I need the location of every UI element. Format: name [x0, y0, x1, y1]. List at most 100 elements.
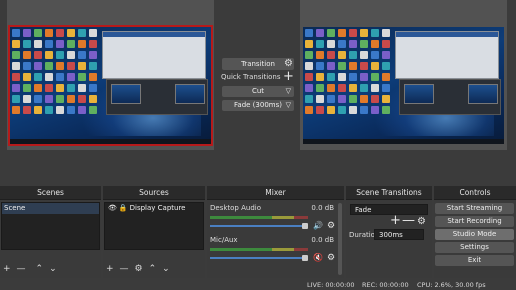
desktop-icon [34, 62, 42, 70]
desktop-icon [34, 106, 42, 114]
desktop-icon [360, 40, 368, 48]
desktop-icon [67, 73, 75, 81]
quick-transition-cut[interactable]: Cut ▽ [222, 86, 294, 97]
gear-icon[interactable]: ⚙ [417, 217, 426, 227]
desktop-icon [349, 95, 357, 103]
move-up-icon[interactable]: ⌃ [149, 264, 157, 274]
desktop-icon [305, 95, 313, 103]
studio-mode-button[interactable]: Studio Mode [435, 229, 514, 240]
desktop-icon [360, 106, 368, 114]
quick-transitions-label: Quick Transitions [221, 73, 281, 81]
add-icon[interactable]: + [3, 264, 11, 274]
start-recording-button[interactable]: Start Recording [435, 216, 514, 227]
desktop-icon [382, 51, 390, 59]
gear-icon[interactable]: ⚙ [327, 221, 335, 231]
desktop-icon [56, 51, 64, 59]
add-transition-icon[interactable]: + [390, 214, 401, 227]
move-up-icon[interactable]: ⌃ [36, 264, 44, 274]
desktop-icon [67, 40, 75, 48]
lock-icon[interactable]: 🔒 [119, 203, 128, 214]
quick-transition-fade[interactable]: Fade (300ms) ▽ [222, 100, 294, 111]
move-down-icon[interactable]: ⌄ [162, 264, 170, 274]
desktop-icon [327, 73, 335, 81]
desktop-icon [327, 29, 335, 37]
gear-icon[interactable]: ⚙ [135, 264, 143, 274]
add-icon[interactable]: + [106, 264, 114, 274]
source-item[interactable]: 👁 🔒 Display Capture [105, 203, 203, 214]
mixer-channel-desktop-audio: Desktop Audio 0.0 dB 🔊 ⚙ [210, 204, 336, 231]
scenes-dock: Scenes Scene + — ⌃ ⌄ [0, 186, 101, 278]
desktop-icon [23, 95, 31, 103]
speaker-icon[interactable]: 🔊 [313, 221, 323, 230]
desktop-icon [56, 62, 64, 70]
muted-speaker-icon[interactable]: 🔇 [313, 253, 323, 262]
desktop-icon [327, 106, 335, 114]
desktop-icon [382, 106, 390, 114]
desktop-icon [382, 84, 390, 92]
desktop-icon [12, 51, 20, 59]
desktop-icon [327, 40, 335, 48]
duration-input[interactable]: 300ms [374, 229, 424, 240]
desktop-icon [316, 29, 324, 37]
remove-icon[interactable]: — [120, 264, 129, 274]
desktop-icon [45, 62, 53, 70]
start-streaming-button[interactable]: Start Streaming [435, 203, 514, 214]
scenes-list[interactable]: Scene [1, 202, 100, 250]
transition-gear-icon[interactable]: ⚙ [284, 59, 293, 69]
desktop-icon [23, 51, 31, 59]
scene-transitions-title: Scene Transitions [346, 186, 432, 200]
desktop-icon [78, 106, 86, 114]
volume-slider[interactable]: 🔊 ⚙ [210, 221, 336, 231]
preview-panel [7, 0, 214, 150]
remove-transition-icon[interactable]: — [402, 214, 415, 227]
move-down-icon[interactable]: ⌄ [49, 264, 57, 274]
desktop-icon [34, 29, 42, 37]
add-quick-transition-icon[interactable]: + [283, 70, 294, 83]
desktop-icon [34, 73, 42, 81]
desktop-window [395, 31, 499, 79]
scene-item[interactable]: Scene [2, 203, 99, 214]
quick-transition-label: Fade (300ms) [234, 101, 282, 109]
desktop-icon [12, 95, 20, 103]
desktop-icon [360, 51, 368, 59]
settings-button[interactable]: Settings [435, 242, 514, 253]
desktop-icon [360, 73, 368, 81]
channel-level: 0.0 dB [311, 204, 334, 212]
desktop-icon [371, 51, 379, 59]
desktop-icon [23, 62, 31, 70]
mixer-channel-mic-aux: Mic/Aux 0.0 dB 🔇 ⚙ [210, 236, 336, 263]
desktop-icon [78, 95, 86, 103]
desktop-icon [23, 84, 31, 92]
desktop-icon [12, 73, 20, 81]
cpu-fps: CPU: 2.6%, 30.00 fps [417, 281, 486, 289]
desktop-icon [67, 106, 75, 114]
desktop-icon [360, 95, 368, 103]
desktop-icon [360, 62, 368, 70]
remove-icon[interactable]: — [17, 264, 26, 274]
desktop-icon [67, 62, 75, 70]
desktop-icons [12, 29, 100, 115]
desktop-icon [56, 84, 64, 92]
volume-slider[interactable]: 🔇 ⚙ [210, 253, 336, 263]
desktop-icon [78, 62, 86, 70]
desktop-icon [23, 29, 31, 37]
desktop-icon [316, 62, 324, 70]
gear-icon[interactable]: ⚙ [327, 253, 335, 263]
desktop-window [102, 31, 206, 79]
preview-display-capture[interactable] [8, 25, 213, 146]
desktop-icon [45, 40, 53, 48]
desktop-icon [316, 73, 324, 81]
desktop-icon [327, 84, 335, 92]
exit-button[interactable]: Exit [435, 255, 514, 266]
controls-title: Controls [434, 186, 516, 200]
desktop-icon [349, 51, 357, 59]
transition-select[interactable]: Fade [350, 204, 428, 215]
desktop-icon [305, 40, 313, 48]
mixer-scrollbar[interactable] [338, 203, 342, 275]
sources-list[interactable]: 👁 🔒 Display Capture [104, 202, 204, 250]
desktop-icon [45, 51, 53, 59]
desktop-icon [305, 62, 313, 70]
sources-toolbar: + — ⚙ ⌃ ⌄ [106, 264, 170, 274]
eye-icon[interactable]: 👁 [108, 203, 117, 214]
rec-timer: REC: 00:00:00 [362, 281, 409, 289]
